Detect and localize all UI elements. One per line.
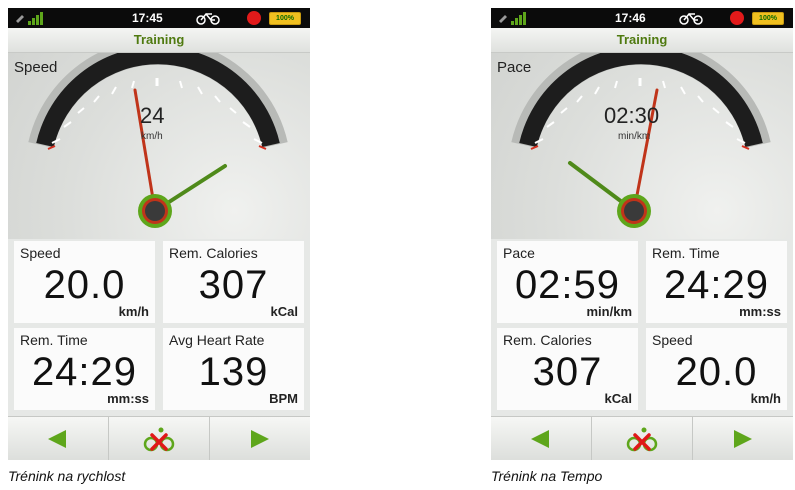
stop-training-icon xyxy=(143,427,175,452)
tile-label: Rem. Time xyxy=(652,245,720,261)
caption-speed-training: Trénink na rychlost xyxy=(8,468,126,484)
gauge-red-zones xyxy=(530,145,750,150)
arrow-right-icon xyxy=(251,430,269,448)
tile-label: Pace xyxy=(503,245,535,261)
tile-value: 307 xyxy=(532,350,603,394)
clock-time: 17:46 xyxy=(615,11,646,25)
tile-unit: mm:ss xyxy=(739,304,781,319)
tile-value: 24:29 xyxy=(663,263,770,307)
status-bar: 17:46 100% xyxy=(491,8,793,28)
bicycle-icon xyxy=(196,12,220,25)
arrow-left-icon xyxy=(531,430,549,448)
stop-training-button[interactable] xyxy=(108,417,210,460)
tile-value: 139 xyxy=(198,350,269,394)
tile-pace[interactable]: Pace 02:59 min/km xyxy=(497,241,638,323)
gauge-value: 02:30 xyxy=(604,103,660,128)
arrow-right-icon xyxy=(734,430,752,448)
battery-icon: 100% xyxy=(269,12,301,25)
tile-label: Rem. Time xyxy=(20,332,88,348)
arrow-left-icon xyxy=(48,430,66,448)
gauge-value: 24 xyxy=(140,103,165,128)
tile-unit: km/h xyxy=(750,391,781,406)
title-bar: Training xyxy=(491,28,793,53)
tile-rem-calories[interactable]: Rem. Calories 307 kCal xyxy=(163,241,304,323)
tile-unit: mm:ss xyxy=(107,391,149,406)
prev-page-button[interactable] xyxy=(491,417,591,460)
device-screen-speed: 17:45 100% Training Speed 24 km/h Speed … xyxy=(8,8,310,460)
tile-rem-calories[interactable]: Rem. Calories 307 kCal xyxy=(497,328,638,410)
next-page-button[interactable] xyxy=(692,417,792,460)
stop-training-icon xyxy=(626,427,658,452)
bicycle-icon xyxy=(679,12,703,25)
tile-label: Avg Heart Rate xyxy=(169,332,265,348)
record-icon xyxy=(730,11,744,25)
gauge-red-zones xyxy=(47,145,267,150)
tile-rem-time[interactable]: Rem. Time 24:29 mm:ss xyxy=(14,328,155,410)
bottom-nav xyxy=(8,416,310,460)
gauge-dial xyxy=(511,53,771,228)
caption-pace-training: Trénink na Tempo xyxy=(491,468,603,484)
tile-speed[interactable]: Speed 20.0 km/h xyxy=(14,241,155,323)
tile-unit: kCal xyxy=(270,304,298,319)
tile-value: 307 xyxy=(198,263,269,307)
bottom-nav xyxy=(491,416,793,460)
next-page-button[interactable] xyxy=(209,417,309,460)
tile-value: 02:59 xyxy=(514,263,621,307)
tile-rem-time[interactable]: Rem. Time 24:29 mm:ss xyxy=(646,241,787,323)
clock-time: 17:45 xyxy=(132,11,163,25)
stop-training-button[interactable] xyxy=(591,417,693,460)
page-title: Training xyxy=(616,32,668,47)
tile-value: 20.0 xyxy=(675,350,758,394)
speed-gauge: Speed 24 km/h xyxy=(8,53,310,239)
tile-label: Speed xyxy=(20,245,61,261)
tile-speed[interactable]: Speed 20.0 km/h xyxy=(646,328,787,410)
gps-signal-icon xyxy=(16,12,43,25)
tile-value: 24:29 xyxy=(31,350,138,394)
gps-signal-icon xyxy=(499,12,526,25)
record-icon xyxy=(247,11,261,25)
prev-page-button[interactable] xyxy=(8,417,108,460)
gauge-dial xyxy=(28,53,288,228)
title-bar: Training xyxy=(8,28,310,53)
tile-unit: BPM xyxy=(269,391,298,406)
tile-label: Rem. Calories xyxy=(503,332,592,348)
status-bar: 17:45 100% xyxy=(8,8,310,28)
tile-label: Rem. Calories xyxy=(169,245,258,261)
tile-unit: min/km xyxy=(586,304,632,319)
gauge-unit: km/h xyxy=(141,131,163,142)
page-title: Training xyxy=(133,32,185,47)
tile-value: 20.0 xyxy=(43,263,126,307)
tile-label: Speed xyxy=(652,332,693,348)
tile-unit: km/h xyxy=(118,304,149,319)
battery-icon: 100% xyxy=(752,12,784,25)
gauge-unit: min/km xyxy=(618,131,651,142)
tile-unit: kCal xyxy=(604,391,632,406)
tile-avg-heart-rate[interactable]: Avg Heart Rate 139 BPM xyxy=(163,328,304,410)
device-screen-pace: 17:46 100% Training Pace 02:30 min/km Pa… xyxy=(491,8,793,460)
pace-gauge: Pace 02:30 min/km xyxy=(491,53,793,239)
